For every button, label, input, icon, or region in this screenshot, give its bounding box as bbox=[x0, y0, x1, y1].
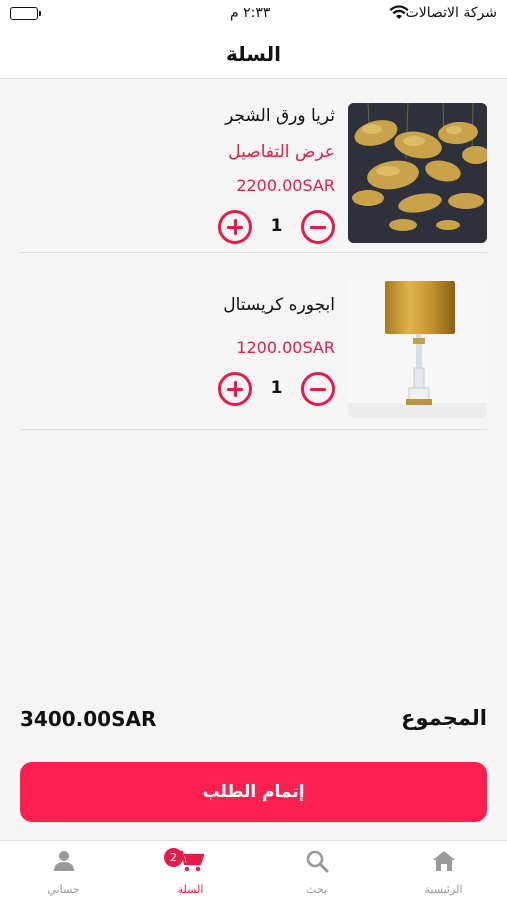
tab-account[interactable]: حسابي bbox=[0, 841, 127, 900]
tab-home[interactable]: الرئيسية bbox=[380, 841, 507, 900]
total-value: 3400.00SAR bbox=[20, 707, 157, 731]
quantity-value: 1 bbox=[270, 216, 283, 236]
view-details-link[interactable]: عرض التفاصيل bbox=[228, 142, 335, 162]
status-time: ٢:٣٣ م bbox=[230, 5, 271, 21]
product-image[interactable] bbox=[348, 103, 487, 243]
tab-bar: الرئيسية بحث 2 السلة حسابي bbox=[0, 840, 507, 900]
minus-icon bbox=[310, 225, 326, 229]
product-price: 2200.00SAR bbox=[236, 176, 335, 195]
decrease-quantity-button[interactable] bbox=[301, 372, 335, 406]
tab-label: بحث bbox=[306, 883, 327, 896]
cart-item: ثريا ورق الشجر عرض التفاصيل 2200.00SAR 1 bbox=[20, 90, 487, 253]
tab-search[interactable]: بحث bbox=[253, 841, 380, 900]
product-price: 1200.00SAR bbox=[236, 338, 335, 357]
product-image[interactable] bbox=[348, 278, 487, 418]
nav-bar: السلة bbox=[0, 30, 507, 79]
quantity-stepper: 1 bbox=[218, 372, 335, 406]
cart-count-badge: 2 bbox=[164, 848, 183, 867]
carrier-name: شركة الاتصالات bbox=[405, 5, 497, 21]
person-icon bbox=[52, 849, 76, 877]
tab-label: الرئيسية bbox=[424, 883, 463, 896]
increase-quantity-button[interactable] bbox=[218, 210, 252, 244]
decrease-quantity-button[interactable] bbox=[301, 210, 335, 244]
search-icon bbox=[305, 849, 329, 877]
quantity-stepper: 1 bbox=[218, 210, 335, 244]
tab-label: السلة bbox=[177, 883, 204, 896]
minus-icon bbox=[310, 387, 326, 391]
quantity-value: 1 bbox=[270, 378, 283, 398]
home-icon bbox=[431, 849, 457, 877]
increase-quantity-button[interactable] bbox=[218, 372, 252, 406]
status-bar: شركة الاتصالات ٢:٣٣ م bbox=[0, 0, 507, 30]
total-label: المجموع bbox=[401, 706, 487, 730]
product-name[interactable]: ابجوره كريستال bbox=[223, 295, 335, 315]
wifi-icon bbox=[389, 5, 409, 25]
page-title: السلة bbox=[225, 42, 281, 66]
tab-label: حسابي bbox=[47, 883, 80, 896]
battery-icon bbox=[10, 7, 41, 20]
product-name[interactable]: ثريا ورق الشجر bbox=[225, 106, 335, 126]
cart-item: ابجوره كريستال 1200.00SAR 1 bbox=[20, 267, 487, 430]
checkout-button[interactable]: إتمام الطلب bbox=[20, 762, 487, 822]
tab-cart[interactable]: 2 السلة bbox=[127, 841, 254, 900]
